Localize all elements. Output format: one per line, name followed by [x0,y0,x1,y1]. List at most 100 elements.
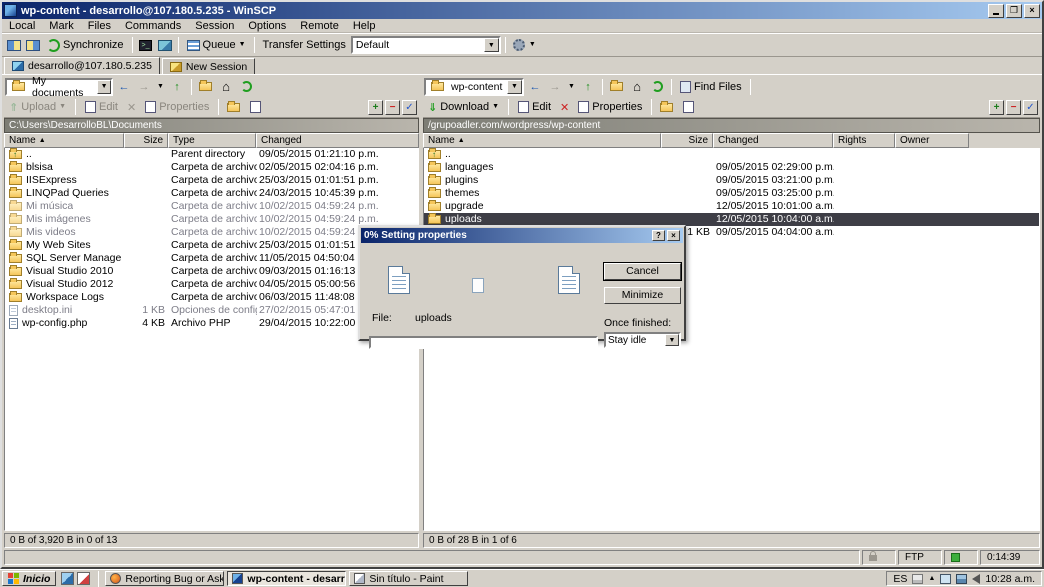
task-button[interactable]: Reporting Bug or Asking ... [105,571,224,586]
toggle-remote-panel-icon[interactable] [24,36,42,54]
hide-icons-arrow-icon[interactable]: ▲ [928,575,935,582]
file-row[interactable]: Visual Studio 2012Carpeta de archivos04/… [5,278,418,291]
local-file-list[interactable]: ..Parent directory09/05/2015 01:21:10 p.… [4,148,419,531]
file-row[interactable]: LINQPad QueriesCarpeta de archivos24/03/… [5,187,418,200]
file-row[interactable]: desktop.ini1 KBOpciones de config...27/0… [5,304,418,317]
remote-path-bar[interactable]: /grupoadler.com/wordpress/wp-content [423,118,1040,133]
minimize-button[interactable] [988,4,1004,18]
forward-button[interactable]: → [135,78,153,96]
minimize-dialog-button[interactable]: Minimize [604,287,681,304]
menu-mark[interactable]: Mark [42,20,80,32]
column-header-size[interactable]: Size [124,133,168,148]
file-row[interactable]: .. [424,148,1039,161]
local-properties-button[interactable]: Properties [142,100,212,114]
selection-filter-button[interactable]: ✓ [402,100,417,115]
file-row[interactable]: themes09/05/2015 03:25:00 p.m. [424,187,1039,200]
back-button[interactable]: ← [115,78,133,96]
download-button[interactable]: ⇓ Download ▼ [425,100,502,115]
file-row[interactable]: Mis imágenesCarpeta de archivos10/02/201… [5,213,418,226]
remote-root-directory-button[interactable] [608,78,626,96]
upload-button[interactable]: ⇑ Upload ▼ [6,100,69,115]
volume-icon[interactable] [972,574,980,584]
close-button[interactable]: × [1024,4,1040,18]
new-file-button[interactable] [246,98,264,116]
transfer-settings-combo[interactable]: Default ▼ [351,36,501,54]
toggle-local-panel-icon[interactable] [5,36,23,54]
chevron-down-icon[interactable]: ▼ [97,80,111,94]
remote-new-file-button[interactable] [679,98,697,116]
menu-commands[interactable]: Commands [118,20,188,32]
remote-location-combo[interactable]: wp-content ▼ [424,78,524,96]
keyboard-icon[interactable] [912,574,923,584]
column-header-type[interactable]: Type [168,133,256,148]
column-header-changed[interactable]: Changed [256,133,419,148]
file-row[interactable]: blsisaCarpeta de archivos02/05/2015 02:0… [5,161,418,174]
task-button-active[interactable]: wp-content - desarrol... [227,571,346,586]
remote-forward-button[interactable]: → [546,78,564,96]
new-folder-button[interactable] [225,98,243,116]
local-edit-button[interactable]: Edit [82,100,121,114]
remote-new-folder-button[interactable] [658,98,676,116]
history-dropdown-icon[interactable]: ▼ [155,78,166,96]
window-titlebar[interactable]: wp-content - desarrollo@107.180.5.235 - … [2,2,1042,19]
synchronize-button[interactable]: Synchronize [43,35,128,55]
column-header-rights[interactable]: Rights [833,133,895,148]
file-row[interactable]: Workspace LogsCarpeta de archivos06/03/2… [5,291,418,304]
remote-delete-button[interactable]: ✕ [557,100,572,115]
root-directory-button[interactable] [197,78,215,96]
menu-files[interactable]: Files [81,20,118,32]
remote-parent-directory-button[interactable]: ↑ [579,78,597,96]
column-header-name[interactable]: Name▲ [423,133,661,148]
local-location-combo[interactable]: My documents ▼ [5,78,113,96]
file-row[interactable]: IISExpressCarpeta de archivos25/03/2015 … [5,174,418,187]
file-row[interactable]: SQL Server Manageme...Carpeta de archivo… [5,252,418,265]
restore-button[interactable]: ❐ [1006,4,1022,18]
dialog-help-button[interactable]: ? [652,230,665,241]
menu-options[interactable]: Options [241,20,293,32]
file-row[interactable]: Mis videosCarpeta de archivos10/02/2015 … [5,226,418,239]
parent-directory-button[interactable]: ↑ [168,78,186,96]
file-row[interactable]: plugins09/05/2015 03:21:00 p.m. [424,174,1039,187]
transfer-options-button[interactable] [510,36,528,54]
unselect-files-button[interactable]: − [385,100,400,115]
file-row[interactable]: wp-config.php4 KBArchivo PHP29/04/2015 1… [5,317,418,330]
remote-edit-button[interactable]: Edit [515,100,554,114]
dialog-titlebar[interactable]: 0% Setting properties ? × [361,228,683,243]
file-row[interactable]: languages09/05/2015 02:29:00 p.m. [424,161,1039,174]
cancel-button[interactable]: Cancel [604,263,681,280]
remote-selection-filter-button[interactable]: ✓ [1023,100,1038,115]
remote-select-files-button[interactable]: + [989,100,1004,115]
file-row[interactable]: upgrade12/05/2015 10:01:00 a.m. [424,200,1039,213]
file-row[interactable]: Mi músicaCarpeta de archivos10/02/2015 0… [5,200,418,213]
menu-session[interactable]: Session [188,20,241,32]
file-row[interactable]: ..Parent directory09/05/2015 01:21:10 p.… [5,148,418,161]
synchronize-browsing-button[interactable] [156,36,174,54]
chevron-down-icon[interactable]: ▼ [507,80,522,94]
task-button[interactable]: Sin título - Paint [349,571,468,586]
menu-local[interactable]: Local [2,20,42,32]
home-button[interactable]: ⌂ [217,78,235,96]
file-row[interactable]: Visual Studio 2010Carpeta de archivos09/… [5,265,418,278]
column-header-name[interactable]: Name▲ [4,133,124,148]
start-button[interactable]: Inicio [2,571,56,586]
remote-home-button[interactable]: ⌂ [628,78,646,96]
chevron-down-icon[interactable]: ▼ [484,38,499,52]
remote-properties-button[interactable]: Properties [575,100,645,114]
menu-remote[interactable]: Remote [293,20,346,32]
history-dropdown-icon[interactable]: ▼ [566,78,577,96]
column-header-size[interactable]: Size [661,133,713,148]
chevron-down-icon[interactable]: ▼ [529,41,536,49]
language-indicator[interactable]: ES [893,573,907,585]
quick-launch-browser-icon[interactable] [61,572,74,585]
display-icon[interactable] [940,574,951,584]
remote-refresh-button[interactable] [648,78,666,96]
dialog-close-button[interactable]: × [667,230,680,241]
network-icon[interactable] [956,574,967,584]
menu-help[interactable]: Help [346,20,383,32]
open-console-button[interactable]: >_ [137,36,155,54]
quick-launch-paint-icon[interactable] [77,572,90,585]
file-row[interactable]: My Web SitesCarpeta de archivos25/03/201… [5,239,418,252]
find-files-button[interactable]: Find Files [677,80,745,94]
local-path-bar[interactable]: C:\Users\DesarrolloBL\Documents [4,118,419,133]
column-header-changed[interactable]: Changed [713,133,833,148]
